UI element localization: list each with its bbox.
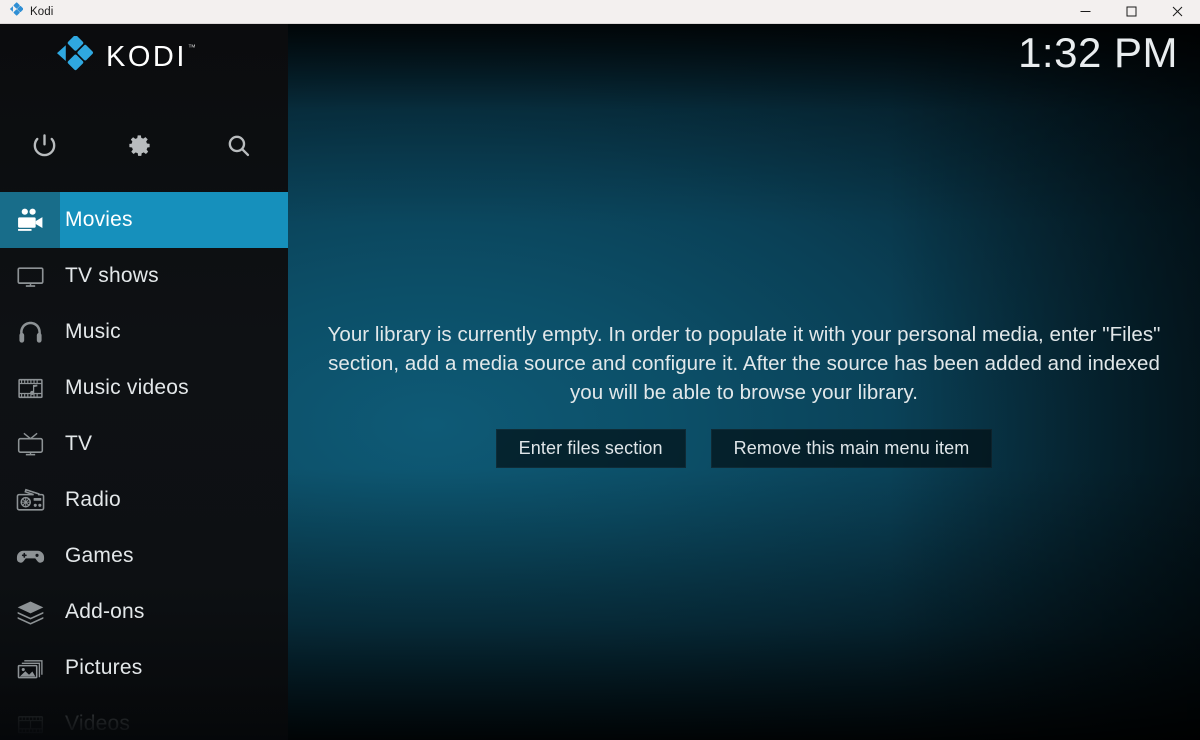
sidebar-menu: Movies TV shows Music Music videos TV Ra… [0,192,288,740]
kodi-window: Kodi 1:32 PM Your library is currently e… [0,0,1200,740]
empty-library-actions: Enter files section Remove this main men… [495,429,993,468]
power-icon[interactable] [0,132,89,159]
sidebar-toolbar [0,120,288,170]
kodi-app: 1:32 PM Your library is currently empty.… [0,24,1200,740]
sidebar-item-games[interactable]: Games [0,528,288,584]
sidebar-item-tv[interactable]: TV [0,416,288,472]
remove-main-menu-item-button[interactable]: Remove this main menu item [710,429,993,468]
empty-library-message: Your library is currently empty. In orde… [327,323,1161,404]
sidebar-item-label: Pictures [65,656,143,679]
pictures-icon [0,640,60,696]
television-icon [0,248,60,304]
sidebar: KODI ™ Movies TV shows Music Music video… [0,24,288,740]
sidebar-item-label: Music videos [65,376,189,399]
enter-files-section-button[interactable]: Enter files section [495,429,686,468]
music-video-icon [0,360,60,416]
sidebar-item-label: Music [65,320,121,343]
window-titlebar: Kodi [0,0,1200,24]
main-content: Your library is currently empty. In orde… [288,24,1200,740]
titlebar-title: Kodi [30,5,54,18]
sidebar-item-label: Movies [65,208,133,231]
sidebar-item-label: Games [65,544,134,567]
sidebar-item-radio[interactable]: Radio [0,472,288,528]
maximize-button[interactable] [1108,0,1154,24]
tv-antenna-icon [0,416,60,472]
close-button[interactable] [1154,0,1200,24]
search-icon[interactable] [189,132,288,159]
minimize-button[interactable] [1062,0,1108,24]
headphones-icon [0,304,60,360]
gear-icon[interactable] [89,132,188,159]
kodi-diamond-logo [56,35,95,78]
sidebar-item-label: Videos [65,712,131,735]
trademark-symbol: ™ [187,42,196,52]
sidebar-item-music-videos[interactable]: Music videos [0,360,288,416]
addons-box-icon [0,584,60,640]
sidebar-item-label: Add-ons [65,600,145,623]
sidebar-item-tv-shows[interactable]: TV shows [0,248,288,304]
kodi-wordmark-group: KODI ™ [106,40,196,74]
kodi-diamond-icon [9,2,24,21]
sidebar-item-label: TV [65,432,93,455]
sidebar-item-music[interactable]: Music [0,304,288,360]
sidebar-item-label: Radio [65,488,121,511]
sidebar-item-pictures[interactable]: Pictures [0,640,288,696]
radio-icon [0,472,60,528]
sidebar-item-label: TV shows [65,264,159,287]
empty-library-block: Your library is currently empty. In orde… [288,320,1200,468]
sidebar-item-videos[interactable]: Videos [0,696,288,740]
kodi-wordmark: KODI [106,40,187,73]
gamepad-icon [0,528,60,584]
kodi-logo: KODI ™ [56,35,196,78]
titlebar-identity: Kodi [0,2,53,21]
sidebar-item-add-ons[interactable]: Add-ons [0,584,288,640]
movie-camera-icon [0,192,60,248]
sidebar-item-movies[interactable]: Movies [0,192,288,248]
film-strip-icon [0,696,60,740]
